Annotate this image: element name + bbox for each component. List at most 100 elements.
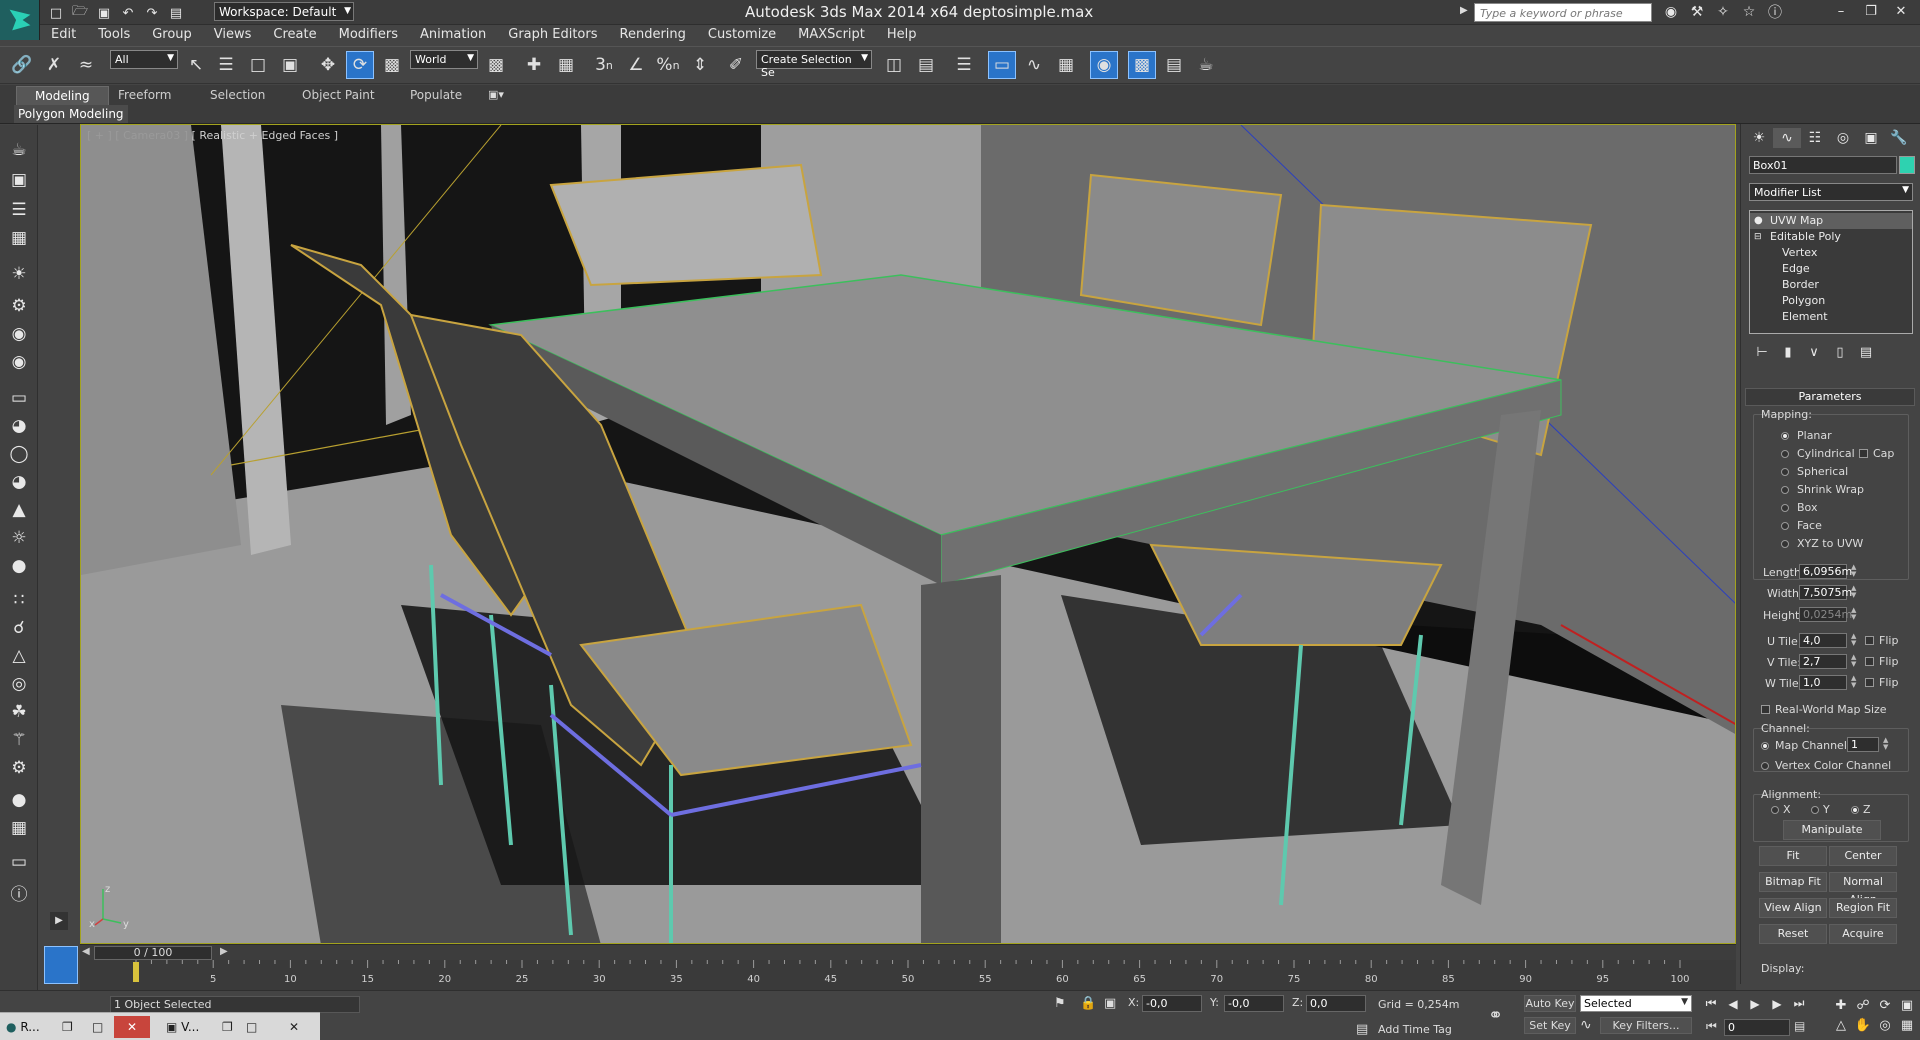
length-spinner[interactable]: 6,0956m — [1799, 564, 1852, 579]
select-and-link-icon[interactable]: 🔗 — [8, 51, 36, 79]
viewport-camera-label[interactable]: [ + ] [ Camera03 ] — [87, 129, 188, 142]
schematic-view-icon[interactable]: ▦ — [1052, 51, 1080, 79]
search-input[interactable]: Type a keyword or phrase — [1474, 3, 1652, 22]
zoom-all-icon[interactable]: ☍ — [1852, 995, 1874, 1015]
height-spinner[interactable]: 0,0254m — [1799, 607, 1852, 622]
grid-icon[interactable]: ▦ — [5, 225, 33, 251]
spinner-arrows-icon[interactable]: ▲ ▼ — [1851, 564, 1856, 578]
render-setup-icon[interactable]: ▩ — [1128, 51, 1156, 79]
v-tile-spinner[interactable]: 2,7 — [1799, 654, 1847, 669]
app-logo-icon[interactable] — [0, 0, 40, 40]
binoculars-icon[interactable]: ◉ — [1658, 2, 1684, 22]
workspace-dropdown[interactable]: Workspace: Default ▼ — [214, 2, 354, 21]
key-mode-dropdown[interactable]: Selected ▼ — [1580, 995, 1692, 1012]
undo-icon[interactable]: ↶ — [116, 3, 140, 23]
save-icon[interactable]: ▣ — [92, 3, 116, 23]
select-and-scale-icon[interactable]: ▩ — [378, 51, 406, 79]
key-mode-toggle-icon[interactable]: ⏮ — [1706, 1019, 1717, 1034]
menu-graph-editors[interactable]: Graph Editors — [497, 25, 608, 45]
play-icon[interactable]: ▶ — [1744, 995, 1766, 1012]
menu-edit[interactable]: Edit — [40, 25, 87, 45]
angle-snap-icon[interactable]: ∠ — [622, 51, 650, 79]
v-flip-checkbox[interactable] — [1865, 657, 1874, 666]
named-selection-dropdown[interactable]: Create Selection Se ▼ — [756, 50, 872, 79]
keyboard-shortcut-override-icon[interactable]: ▦ — [552, 51, 580, 79]
object-color-swatch[interactable] — [1899, 156, 1915, 174]
previous-key-icon[interactable]: ◀ — [1722, 995, 1744, 1012]
task-minimize-icon[interactable]: □ — [246, 1016, 257, 1038]
utilities-tab-icon[interactable]: 🔧 — [1885, 128, 1913, 148]
unlink-icon[interactable]: ✗ — [40, 51, 68, 79]
time-slider-thumb[interactable]: 0 / 100 — [94, 946, 212, 960]
align-icon[interactable]: ▤ — [912, 51, 940, 79]
radio-vertex-color-channel[interactable] — [1761, 762, 1769, 770]
image-icon[interactable]: ▣ — [5, 167, 33, 193]
absolute-mode-icon[interactable]: ▣ — [1104, 996, 1116, 1011]
fit-button[interactable]: Fit — [1759, 846, 1827, 866]
snaps-toggle-icon[interactable]: 3n — [590, 51, 618, 79]
reference-coordinate-dropdown[interactable]: World ▼ — [410, 50, 478, 69]
lightbulb-icon[interactable]: ● — [1754, 213, 1763, 229]
isolate-icon[interactable]: ⚑ — [1054, 996, 1066, 1011]
bowl-icon[interactable]: ◕ — [5, 469, 33, 495]
hierarchy-tab-icon[interactable]: ☷ — [1801, 128, 1829, 148]
time-slider[interactable]: ◀ 0 / 100 ▶ — [80, 944, 1736, 960]
plane-icon[interactable]: ▭ — [5, 385, 33, 411]
auto-key-button[interactable]: Auto Key — [1524, 995, 1576, 1012]
maximize-toggle-icon[interactable]: ▦ — [1896, 1015, 1918, 1035]
previous-frame-icon[interactable]: ◀ — [82, 946, 90, 957]
z-coordinate-field[interactable]: 0,0 — [1306, 995, 1366, 1012]
spinner-arrows-icon[interactable]: ▲ ▼ — [1883, 737, 1888, 751]
project-folder-icon[interactable]: ▤ — [164, 3, 188, 23]
skylight-icon[interactable]: ● — [5, 553, 33, 579]
menu-customize[interactable]: Customize — [697, 25, 787, 45]
viewport-label[interactable]: [ + ] [ Camera03 ] [ Realistic + Edged F… — [87, 129, 338, 142]
light-icon[interactable]: ☀ — [5, 261, 33, 287]
radio-align-y[interactable] — [1811, 806, 1819, 814]
spinner-arrows-icon[interactable]: ▲ ▼ — [1851, 607, 1856, 621]
render-production-icon[interactable]: ☕ — [1192, 51, 1220, 79]
sphere-icon[interactable]: ◯ — [5, 441, 33, 467]
time-tag-icon[interactable]: ▤ — [1356, 1022, 1368, 1037]
current-frame-marker[interactable] — [133, 962, 139, 982]
next-key-icon[interactable]: ▶ — [1766, 995, 1788, 1012]
stack-item-polygon[interactable]: Polygon — [1750, 293, 1912, 309]
layer-manager-icon[interactable]: ☰ — [950, 51, 978, 79]
favorites-icon[interactable]: ☆ — [1736, 2, 1762, 22]
viewport-shading-label[interactable]: [ Realistic + Edged Faces ] — [192, 129, 338, 142]
select-and-move-icon[interactable]: ✥ — [314, 51, 342, 79]
modifier-list-dropdown[interactable]: Modifier List ▼ — [1749, 183, 1913, 201]
real-world-map-size-checkbox[interactable] — [1761, 705, 1770, 714]
stack-item-uvw-map[interactable]: ● UVW Map — [1750, 213, 1912, 229]
bind-space-warp-icon[interactable]: ≈ — [72, 51, 100, 79]
normal-align-button[interactable]: Normal Align — [1829, 872, 1897, 906]
selection-filter-dropdown[interactable]: All ▼ — [110, 50, 178, 69]
x-coordinate-field[interactable]: -0,0 — [1142, 995, 1202, 1012]
edit-named-selection-icon[interactable]: ✐ — [722, 51, 750, 79]
object-name-field[interactable]: Box01 — [1749, 156, 1897, 174]
cap-checkbox[interactable] — [1859, 449, 1868, 458]
menu-tools[interactable]: Tools — [87, 25, 141, 45]
display-tab-icon[interactable]: ▣ — [1857, 128, 1885, 148]
tab-freeform[interactable]: Freeform — [100, 86, 189, 105]
taskbar-task-max[interactable]: ● R... ❐ □ ✕ — [6, 1016, 156, 1038]
add-time-tag[interactable]: Add Time Tag — [1378, 1023, 1452, 1036]
material-editor-icon[interactable]: ◉ — [1090, 51, 1118, 79]
orbit-icon[interactable]: ⟳ — [1874, 995, 1896, 1015]
hemisphere-icon[interactable]: ◕ — [5, 413, 33, 439]
walkthrough-icon[interactable]: ◎ — [1874, 1015, 1896, 1035]
close-icon[interactable]: ✕ — [1886, 0, 1916, 22]
spinner-snap-icon[interactable]: ⇕ — [686, 51, 714, 79]
select-by-name-icon[interactable]: ☰ — [212, 51, 240, 79]
rectangular-selection-icon[interactable]: □ — [244, 51, 272, 79]
sun-icon[interactable]: ☼ — [5, 525, 33, 551]
center-button[interactable]: Center — [1829, 846, 1897, 866]
menu-rendering[interactable]: Rendering — [609, 25, 697, 45]
current-frame-field[interactable]: 0 — [1724, 1019, 1790, 1036]
pivot-center-icon[interactable]: ▩ — [482, 51, 510, 79]
graphite-toolbar-icon[interactable]: ▭ — [988, 51, 1016, 79]
field-of-view-icon[interactable]: △ — [1830, 1015, 1852, 1035]
reset-button[interactable]: Reset — [1759, 924, 1827, 944]
pin-stack-icon[interactable]: ⊢ — [1749, 342, 1775, 362]
taskbar-task-viewport[interactable]: ▣ V... ❐ □ ✕ — [166, 1016, 316, 1038]
